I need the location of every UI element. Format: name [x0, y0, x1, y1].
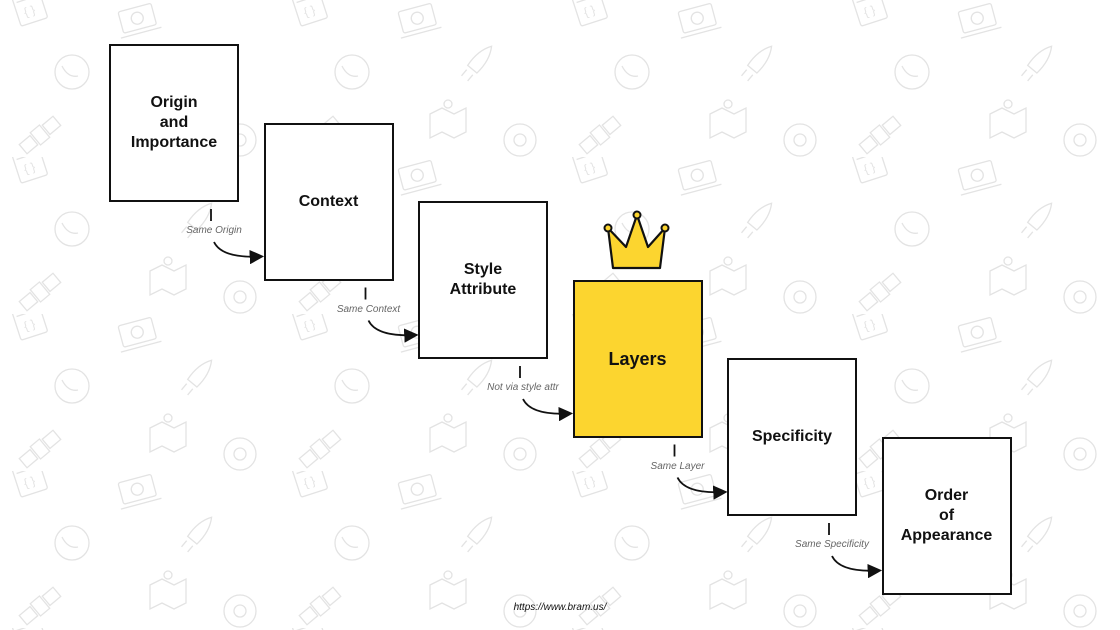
cascade-step-label: Order of Appearance: [900, 486, 993, 544]
cascade-step-label: Style Attribute: [449, 261, 517, 298]
footer-url[interactable]: https://www.bram.us/: [514, 602, 607, 613]
cascade-step-box: Specificity: [727, 358, 857, 516]
cascade-step-box: Order of Appearance: [881, 436, 1012, 595]
cascade-step-box: Layers: [572, 279, 703, 438]
cascade-step-label: Layers: [608, 348, 667, 369]
connector-label: Same Context: [336, 303, 401, 315]
cascade-step-label: Context: [298, 192, 359, 210]
cascade-step-box: Context: [263, 122, 394, 281]
connector-label: Same Specificity: [795, 539, 869, 550]
cascade-step-label: Specificity: [751, 428, 833, 445]
cascade-step-label: Origin and Importance: [130, 94, 218, 151]
cascade-step-box: Origin and Importance: [109, 44, 239, 202]
connector-label: Same Origin: [186, 225, 242, 236]
connector-label: Not via style attr: [487, 382, 559, 393]
connector-label: Same Layer: [650, 460, 705, 472]
cascade-step-box: Style Attribute: [418, 201, 548, 359]
